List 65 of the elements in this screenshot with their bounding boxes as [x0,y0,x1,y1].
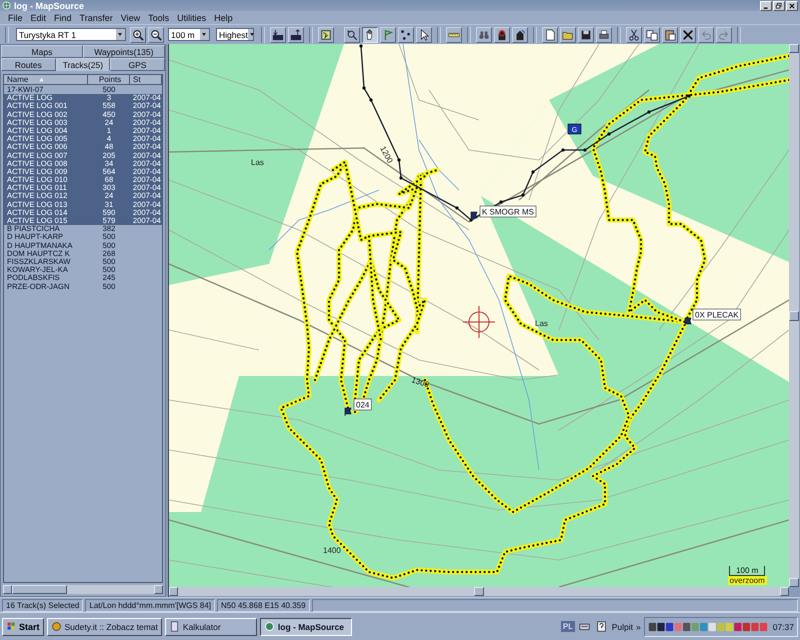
column-header[interactable]: Points [88,75,130,85]
horizontal-scrollbar[interactable] [168,587,789,596]
menu-item[interactable]: Utilities [173,12,210,22]
overzoom-label: overzoom [728,576,767,585]
scroll-up-button[interactable] [788,44,799,53]
elevation-label: 1400 [322,546,341,555]
taskbar-button[interactable]: log - MapSource [260,618,352,636]
tray-icons-drawing[interactable] [648,620,770,632]
menu-item[interactable]: Edit [26,12,50,22]
scroll-left-button[interactable] [3,585,12,594]
desktop-toolbar-label[interactable]: Pulpit [612,622,633,632]
zoom-scale-dropdown[interactable]: 100 m [168,28,210,41]
area-label: Las [534,319,548,328]
status-text: N50 45.868 E15 40.359 [217,598,310,612]
menu-item[interactable]: Tools [144,12,174,22]
start-button[interactable]: Start [2,618,44,636]
elevation-label: 1300 [410,375,430,390]
detail-dropdown[interactable]: Highest [216,28,254,41]
vertical-scrollbar[interactable] [788,44,799,587]
status-text: Lat/Lon hddd°mm.mmm'[WGS 84] [85,598,216,612]
window-title: log - MapSource [14,0,86,10]
menu-item[interactable]: Find [50,12,76,22]
language-indicator[interactable]: PL [560,621,575,632]
column-header[interactable]: Name [4,75,88,85]
scroll-thumb[interactable] [474,587,484,596]
menu-item[interactable]: File [4,12,27,22]
scroll-right-button[interactable] [780,587,789,596]
horizontal-scrollbar[interactable] [3,585,163,594]
globe-icon [2,1,11,10]
flag-icon [470,212,478,220]
windows-logo-icon [6,621,17,632]
scroll-thumb[interactable] [12,585,67,594]
menu-item[interactable]: Help [210,12,237,22]
tab[interactable]: Tracks(25) [56,58,110,71]
taskbar-button[interactable]: Kalkulator [164,618,257,636]
keyboard-icon [579,621,590,632]
tab[interactable]: Routes [1,58,56,71]
taskbar-button[interactable]: Sudety.it :: Zobacz temat [46,618,162,636]
menu-item[interactable]: View [116,12,144,22]
waypoint-label: 0X PLECAK [692,308,741,320]
map-product-dropdown[interactable]: Turystyka RT 1 [16,28,126,41]
tab[interactable]: GPS [110,58,165,71]
area-label: Las [250,158,264,167]
app-icon [50,621,62,632]
elevation-label: 1200 [378,144,394,165]
scroll-down-button[interactable] [788,578,799,587]
waypoint-label: K SMOGR MS [480,206,536,218]
waypoint-label: 024 [354,398,372,410]
tab[interactable]: Waypoints(135) [82,45,165,58]
menu-item[interactable]: Transfer [76,12,117,22]
scroll-thumb[interactable] [788,310,799,320]
more-button[interactable]: » [636,622,641,632]
status-text: 16 Track(s) Selected [2,598,84,612]
clock: 07:37 [772,622,794,632]
column-header[interactable]: St [130,75,162,85]
quick-launch-button[interactable] [594,620,609,634]
help-icon [596,621,608,632]
app-icon [264,621,275,632]
scroll-left-button[interactable] [168,587,178,596]
flag-icon [344,408,352,416]
app-icon [168,621,180,632]
crosshair-icon [462,306,496,338]
flag-icon [684,318,692,326]
scroll-right-button[interactable] [154,585,163,594]
tab[interactable]: Maps [1,45,83,58]
